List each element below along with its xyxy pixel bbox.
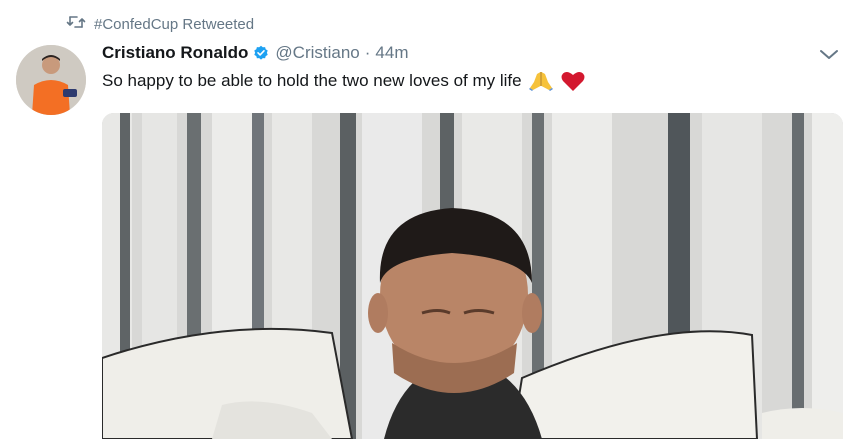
chevron-down-icon[interactable] [818,44,840,64]
tweet-body: So happy to be able to hold the two new … [102,71,522,90]
retweet-context[interactable]: #ConfedCup Retweeted [66,14,254,34]
folded-hands-emoji [528,72,553,91]
avatar[interactable] [16,45,86,115]
tweet-photo[interactable] [102,113,843,439]
verified-badge-icon [254,45,269,60]
retweet-icon [66,15,86,33]
author-name[interactable]: Cristiano Ronaldo [102,43,248,63]
tweet-header: Cristiano Ronaldo @Cristiano · 44m [102,41,409,65]
author-handle[interactable]: @Cristiano [275,43,359,63]
red-heart-emoji [561,72,585,91]
tweet-timestamp[interactable]: 44m [375,43,408,63]
retweet-label[interactable]: #ConfedCup Retweeted [94,16,254,33]
tweet-text: So happy to be able to hold the two new … [102,70,586,92]
separator-dot: · [364,43,371,62]
